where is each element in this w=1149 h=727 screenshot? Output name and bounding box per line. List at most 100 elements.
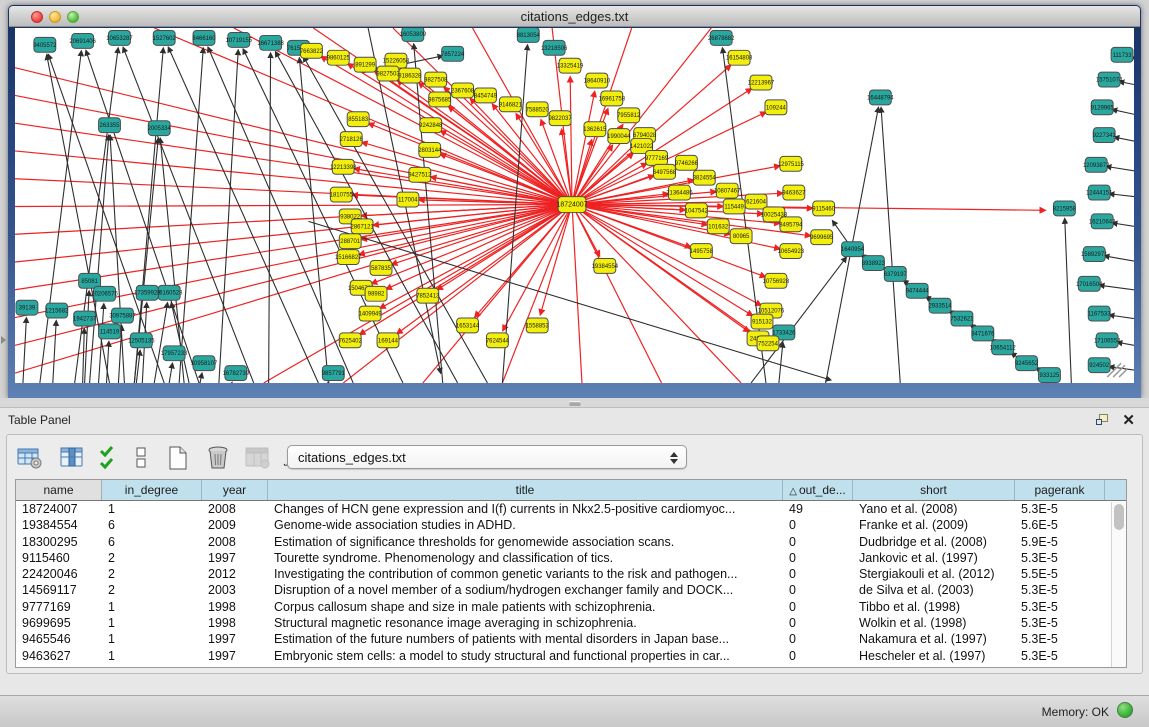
graph-node[interactable]: 98982 [365, 286, 387, 301]
graph-node[interactable]: 2005334 [148, 121, 172, 136]
graph-node[interactable]: 924502 [1088, 358, 1110, 373]
graph-node[interactable]: 10958107 [191, 356, 217, 371]
table-cell[interactable]: 14569117 [16, 582, 102, 598]
graph-node[interactable]: 933125 [1039, 368, 1061, 383]
column-header-out_de...[interactable]: △out_de... [783, 480, 853, 500]
memory-status-indicator-icon[interactable] [1117, 702, 1133, 718]
graph-node[interactable]: 16210643 [1089, 214, 1116, 229]
graph-node[interactable]: 16671388 [257, 35, 284, 50]
table-row[interactable]: 1938455462009Genome-wide association stu… [16, 517, 1126, 533]
column-header-name[interactable]: name [16, 480, 102, 500]
select-all-icon[interactable] [95, 443, 125, 473]
graph-node[interactable]: 9746266 [675, 155, 699, 170]
graph-node[interactable]: 169144 [377, 333, 399, 348]
network-canvas[interactable]: 9405572206914061065328715276028466160107… [15, 28, 1134, 383]
graph-node[interactable]: 114519 [99, 324, 121, 339]
graph-node[interactable]: 10653287 [106, 30, 132, 45]
graph-node[interactable]: 855183 [347, 112, 369, 127]
graph-node[interactable]: 8215958 [1053, 201, 1077, 216]
table-cell[interactable]: 6 [102, 517, 202, 533]
table-cell[interactable]: 5.3E-5 [1015, 631, 1105, 647]
graph-node[interactable]: 12093872 [1083, 157, 1109, 172]
column-header-title[interactable]: title [268, 480, 783, 500]
graph-node[interactable]: 17957233 [161, 346, 188, 361]
graph-node[interactable]: 2367608 [451, 83, 475, 98]
table-cell[interactable]: Genome-wide association studies in ADHD. [268, 517, 783, 533]
graph-node[interactable]: 7532621 [950, 311, 974, 326]
table-cell[interactable]: Yano et al. (2008) [853, 501, 1015, 517]
table-cell[interactable]: 1997 [202, 631, 268, 647]
graph-node[interactable]: 2867121 [351, 219, 375, 234]
graph-node[interactable]: 7955812 [617, 108, 640, 123]
table-cell[interactable]: Nakamura et al. (1997) [853, 631, 1015, 647]
table-row[interactable]: 1830029562008Estimation of significance … [16, 534, 1126, 550]
table-cell[interactable]: 1 [102, 599, 202, 615]
graph-node[interactable]: 1527602 [153, 30, 176, 45]
table-cell[interactable]: 2008 [202, 534, 268, 550]
graph-node[interactable]: 1942737 [73, 311, 96, 326]
table-cell[interactable]: 1 [102, 501, 202, 517]
graph-node[interactable]: 115449 [723, 199, 745, 214]
table-cell[interactable]: Dudbridge et al. (2008) [853, 534, 1015, 550]
table-row[interactable]: 2242004622012Investigating the contribut… [16, 566, 1126, 582]
graph-node[interactable]: 26878682 [708, 30, 734, 45]
graph-node[interactable]: 111733 [1111, 47, 1133, 62]
table-cell[interactable]: 1998 [202, 599, 268, 615]
graph-node[interactable]: 9777169 [645, 150, 669, 165]
table-row[interactable]: 946554611997Estimation of the future num… [16, 631, 1126, 647]
table-cell[interactable]: 1 [102, 648, 202, 664]
graph-node[interactable]: 9405572 [33, 37, 56, 52]
graph-node[interactable]: 21364486 [666, 185, 693, 200]
table-cell[interactable]: 5.9E-5 [1015, 534, 1105, 550]
table-cell[interactable]: Corpus callosum shape and size in male p… [268, 599, 783, 615]
table-row[interactable]: 969969511998Structural magnetic resonanc… [16, 615, 1126, 631]
table-cell[interactable]: 0 [783, 517, 853, 533]
graph-node[interactable]: 39139 [16, 300, 38, 315]
graph-node[interactable]: 16961758 [599, 91, 626, 106]
graph-node[interactable]: 9146821 [499, 97, 523, 112]
graph-node[interactable]: 1810755 [330, 187, 354, 202]
graph-node[interactable]: 12975115 [778, 156, 805, 171]
graph-node[interactable]: 12444151 [1086, 185, 1113, 200]
panel-splitter[interactable] [0, 398, 1149, 408]
table-cell[interactable]: 1997 [202, 550, 268, 566]
graph-node[interactable]: 9827503 [376, 66, 400, 81]
graph-node[interactable]: 13325419 [557, 58, 584, 73]
graph-node[interactable]: 587835 [370, 261, 392, 276]
graph-node[interactable]: 1362615 [583, 122, 607, 137]
graph-node[interactable]: 15892971 [1081, 247, 1108, 262]
graph-node[interactable]: 1047542 [685, 203, 708, 218]
table-cell[interactable]: Jankovic et al. (1997) [853, 550, 1015, 566]
table-cell[interactable]: Disruption of a novel member of a sodium… [268, 582, 783, 598]
citation-network-graph[interactable]: 9405572206914061065328715276028466160107… [15, 28, 1134, 383]
graph-node[interactable]: 15751074 [1096, 72, 1123, 87]
graph-node[interactable]: 1495758 [690, 244, 714, 259]
table-cell[interactable]: Stergiakouli et al. (2012) [853, 566, 1015, 582]
graph-node[interactable]: 9245652 [1015, 356, 1038, 371]
table-cell[interactable]: Embryonic stem cells: a model to study s… [268, 648, 783, 664]
table-cell[interactable]: 9699695 [16, 615, 102, 631]
graph-node[interactable]: 10654112 [990, 340, 1016, 355]
table-cell[interactable]: 2 [102, 566, 202, 582]
graph-node[interactable]: 10719155 [226, 32, 253, 47]
table-row[interactable]: 911546021997Tourette syndrome. Phenomeno… [16, 550, 1126, 566]
table-cell[interactable]: Structural magnetic resonance image aver… [268, 615, 783, 631]
splitter-handle-icon[interactable] [569, 401, 581, 406]
graph-node[interactable]: 9474444 [906, 283, 930, 298]
graph-node[interactable]: 7852413 [416, 288, 440, 303]
table-cell[interactable]: 19384554 [16, 517, 102, 533]
table-cell[interactable]: 0 [783, 566, 853, 582]
table-cell[interactable]: 0 [783, 648, 853, 664]
table-cell[interactable]: 1998 [202, 615, 268, 631]
graph-node[interactable]: 1653144 [456, 318, 480, 333]
graph-node[interactable]: 7663822 [300, 43, 323, 58]
graph-node[interactable]: 9822037 [548, 111, 571, 126]
table-cell[interactable]: 9465546 [16, 631, 102, 647]
table-cell[interactable]: 49 [783, 501, 853, 517]
table-cell[interactable]: 5.3E-5 [1015, 648, 1105, 664]
graph-node[interactable]: 16053809 [400, 28, 427, 41]
table-cell[interactable]: 1997 [202, 648, 268, 664]
graph-node[interactable]: 8186328 [398, 68, 422, 83]
new-table-icon[interactable] [163, 443, 193, 473]
graph-node[interactable]: 20691406 [69, 33, 96, 48]
